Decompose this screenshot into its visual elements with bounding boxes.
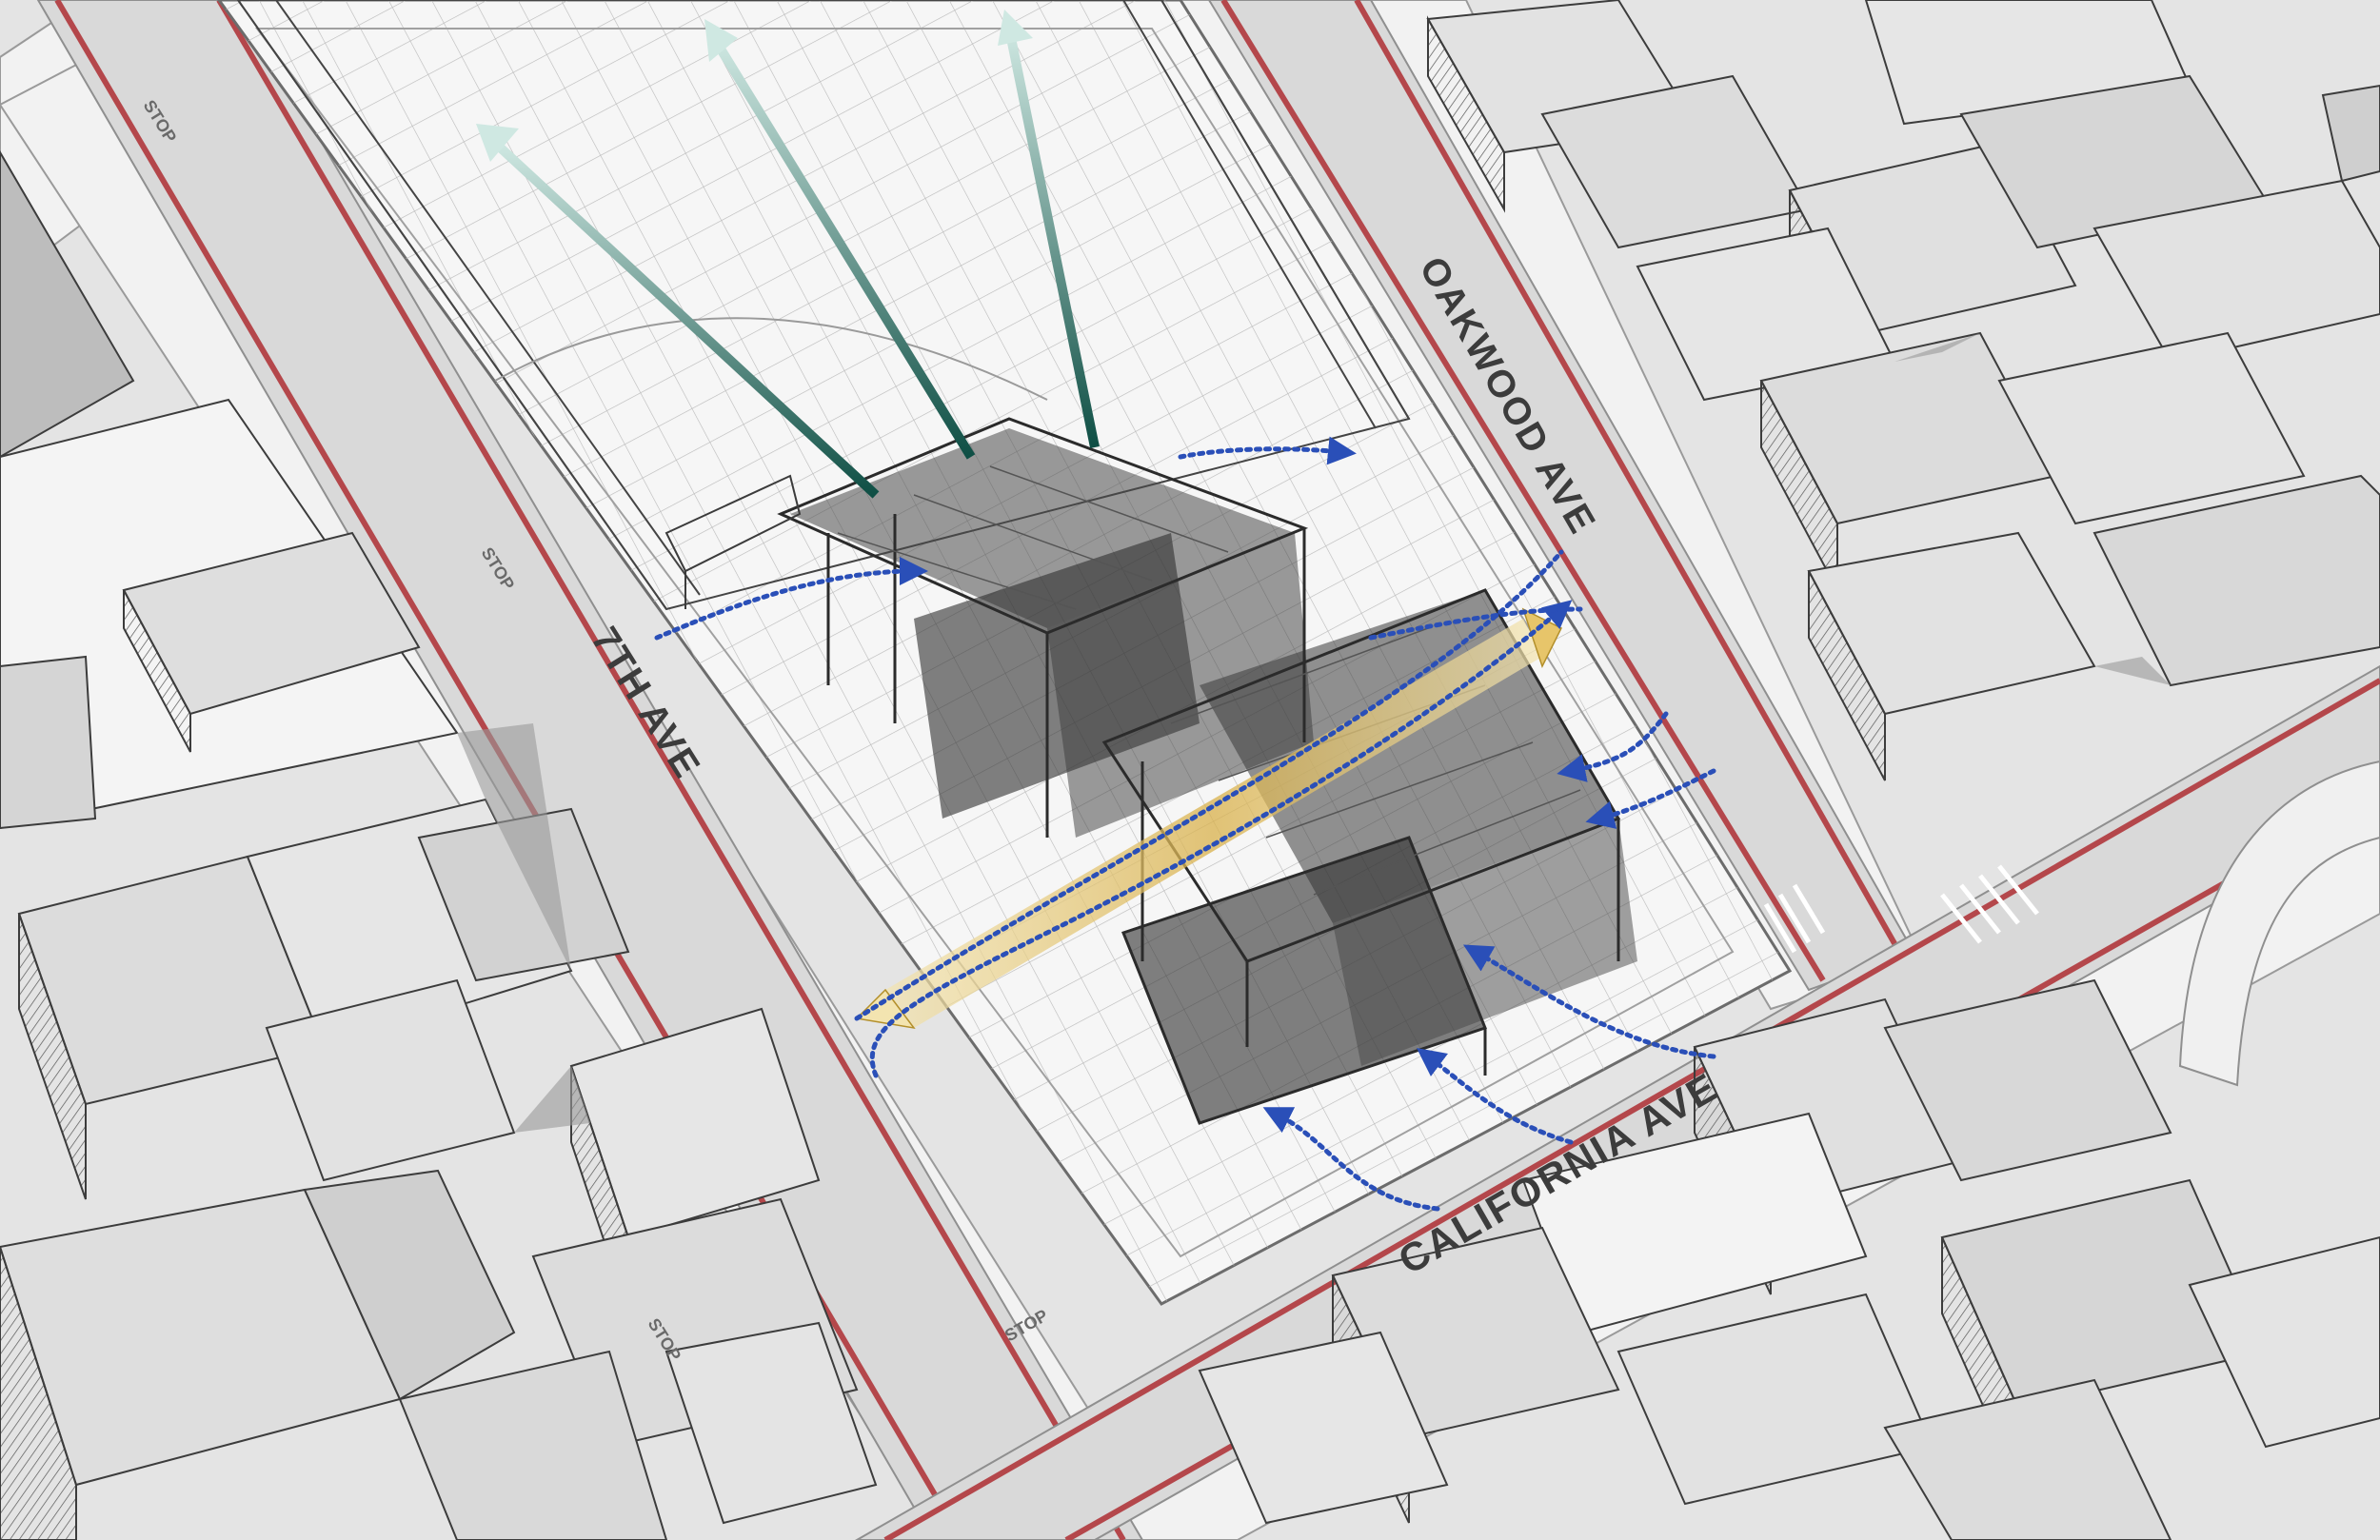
site-drawing: 7TH AVE OAKWOOD AVE CALIFORNIA AVE STOP …: [0, 0, 2380, 1540]
site-axonometric-diagram: 7TH AVE OAKWOOD AVE CALIFORNIA AVE STOP …: [0, 0, 2380, 1540]
